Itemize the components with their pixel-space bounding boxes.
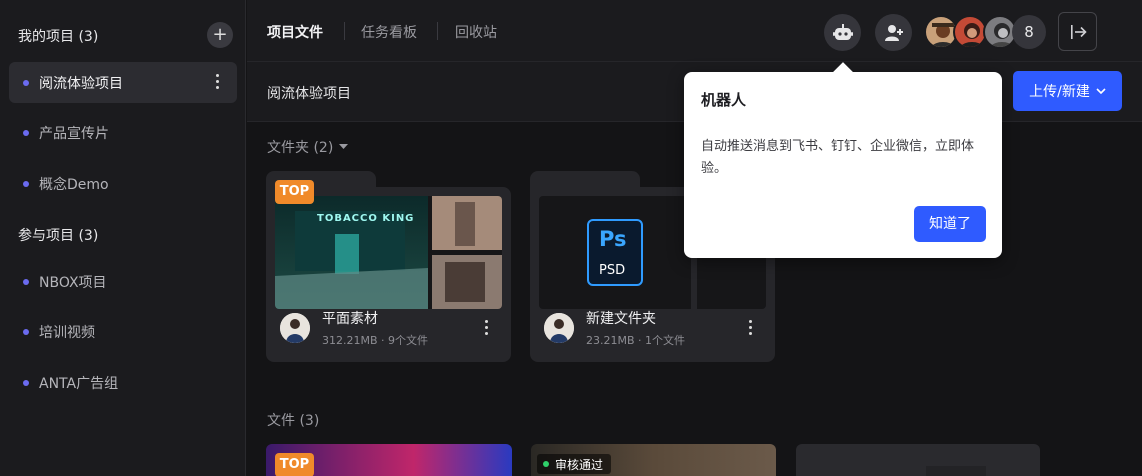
sidebar-item-joined-2[interactable]: 培训视频 <box>9 311 237 352</box>
got-it-button[interactable]: 知道了 <box>914 206 986 242</box>
folders-section-label: 文件夹 (2) <box>267 140 334 156</box>
sidebar-item-label: 概念Demo <box>39 176 109 193</box>
project-dot-icon <box>23 328 29 335</box>
files-section-label: 文件 (3) <box>267 413 320 429</box>
project-title: 阅流体验项目 <box>267 86 351 102</box>
sidebar-item-label: 培训视频 <box>39 324 95 341</box>
tab-project-files[interactable]: 项目文件 <box>267 22 323 42</box>
popover-title: 机器人 <box>701 91 747 109</box>
chevron-down-icon <box>1096 88 1106 94</box>
exit-icon <box>1070 24 1087 39</box>
file-card[interactable] <box>796 444 1040 476</box>
folder-name: 平面素材 <box>322 311 378 327</box>
popover-body: 自动推送消息到飞书、钉钉、企业微信，立即体验。 <box>701 139 975 176</box>
add-project-button[interactable]: + <box>207 22 233 48</box>
my-projects-header: 我的项目 (3) <box>18 29 99 45</box>
sidebar-item-joined-1[interactable]: NBOX项目 <box>9 261 237 302</box>
file-thumb-placeholder <box>926 466 986 476</box>
project-dot-icon <box>23 379 29 386</box>
review-status-badge: 审核通过 <box>537 454 612 474</box>
robot-button[interactable] <box>824 14 861 51</box>
sidebar-item-project-2[interactable]: 产品宣传片 <box>9 112 237 153</box>
caret-down-icon <box>339 144 349 149</box>
tab-divider <box>437 22 438 40</box>
project-dot-icon <box>23 180 29 187</box>
add-user-icon <box>884 24 903 41</box>
tab-task-board[interactable]: 任务看板 <box>361 22 417 42</box>
avatar <box>544 313 574 343</box>
folder-meta: 23.21MB · 1个文件 <box>586 334 686 347</box>
tab-divider <box>344 22 345 40</box>
folders-section-toggle[interactable]: 文件夹 (2) <box>267 137 349 157</box>
ps-label: Ps <box>599 227 627 251</box>
member-count-badge[interactable]: 8 <box>1012 15 1046 49</box>
psd-file-icon: Ps PSD <box>587 219 643 286</box>
member-avatar[interactable] <box>953 15 987 49</box>
project-dot-icon <box>23 129 29 136</box>
add-member-button[interactable] <box>875 14 912 51</box>
sidebar-item-project-1[interactable]: 阅流体验项目 <box>9 62 237 103</box>
project-dot-icon <box>23 79 29 86</box>
folder-meta: 312.21MB · 9个文件 <box>322 334 429 347</box>
robot-icon <box>832 23 853 40</box>
sidebar-item-label: NBOX项目 <box>39 274 107 291</box>
file-card[interactable]: TOP <box>266 444 512 476</box>
review-status-label: 审核通过 <box>555 457 604 472</box>
top-badge: TOP <box>275 180 314 204</box>
file-card[interactable]: 审核通过 <box>531 444 776 476</box>
top-badge: TOP <box>275 453 314 476</box>
upload-new-button[interactable]: 上传/新建 <box>1013 71 1122 111</box>
sidebar-item-label: 产品宣传片 <box>39 125 109 142</box>
preview-sign-text: TOBACCO KING <box>317 213 415 224</box>
folder-name: 新建文件夹 <box>586 311 656 327</box>
more-icon[interactable] <box>749 320 752 335</box>
joined-projects-header: 参与项目 (3) <box>18 228 99 244</box>
avatar <box>280 313 310 343</box>
tab-recycle-bin[interactable]: 回收站 <box>455 22 497 42</box>
sidebar-item-label: ANTA广告组 <box>39 375 119 392</box>
exit-button[interactable] <box>1058 12 1097 51</box>
status-dot-icon <box>543 461 549 467</box>
sidebar-item-project-3[interactable]: 概念Demo <box>9 163 237 204</box>
more-icon[interactable] <box>485 320 488 335</box>
sidebar: 我的项目 (3) + 阅流体验项目 产品宣传片 概念Demo 参与项目 (3) … <box>0 0 246 476</box>
robot-popover: 机器人 自动推送消息到飞书、钉钉、企业微信，立即体验。 知道了 <box>684 62 1002 258</box>
sidebar-item-label: 阅流体验项目 <box>39 75 123 92</box>
project-dot-icon <box>23 278 29 285</box>
folder-preview: TOBACCO KING <box>275 196 502 309</box>
sidebar-item-joined-3[interactable]: ANTA广告组 <box>9 362 237 403</box>
more-icon[interactable] <box>216 74 219 89</box>
psd-label: PSD <box>599 263 626 278</box>
upload-new-label: 上传/新建 <box>1029 84 1090 100</box>
folder-card[interactable]: TOBACCO KING TOP 平面素材 312.21MB · 9个文件 <box>266 171 511 362</box>
